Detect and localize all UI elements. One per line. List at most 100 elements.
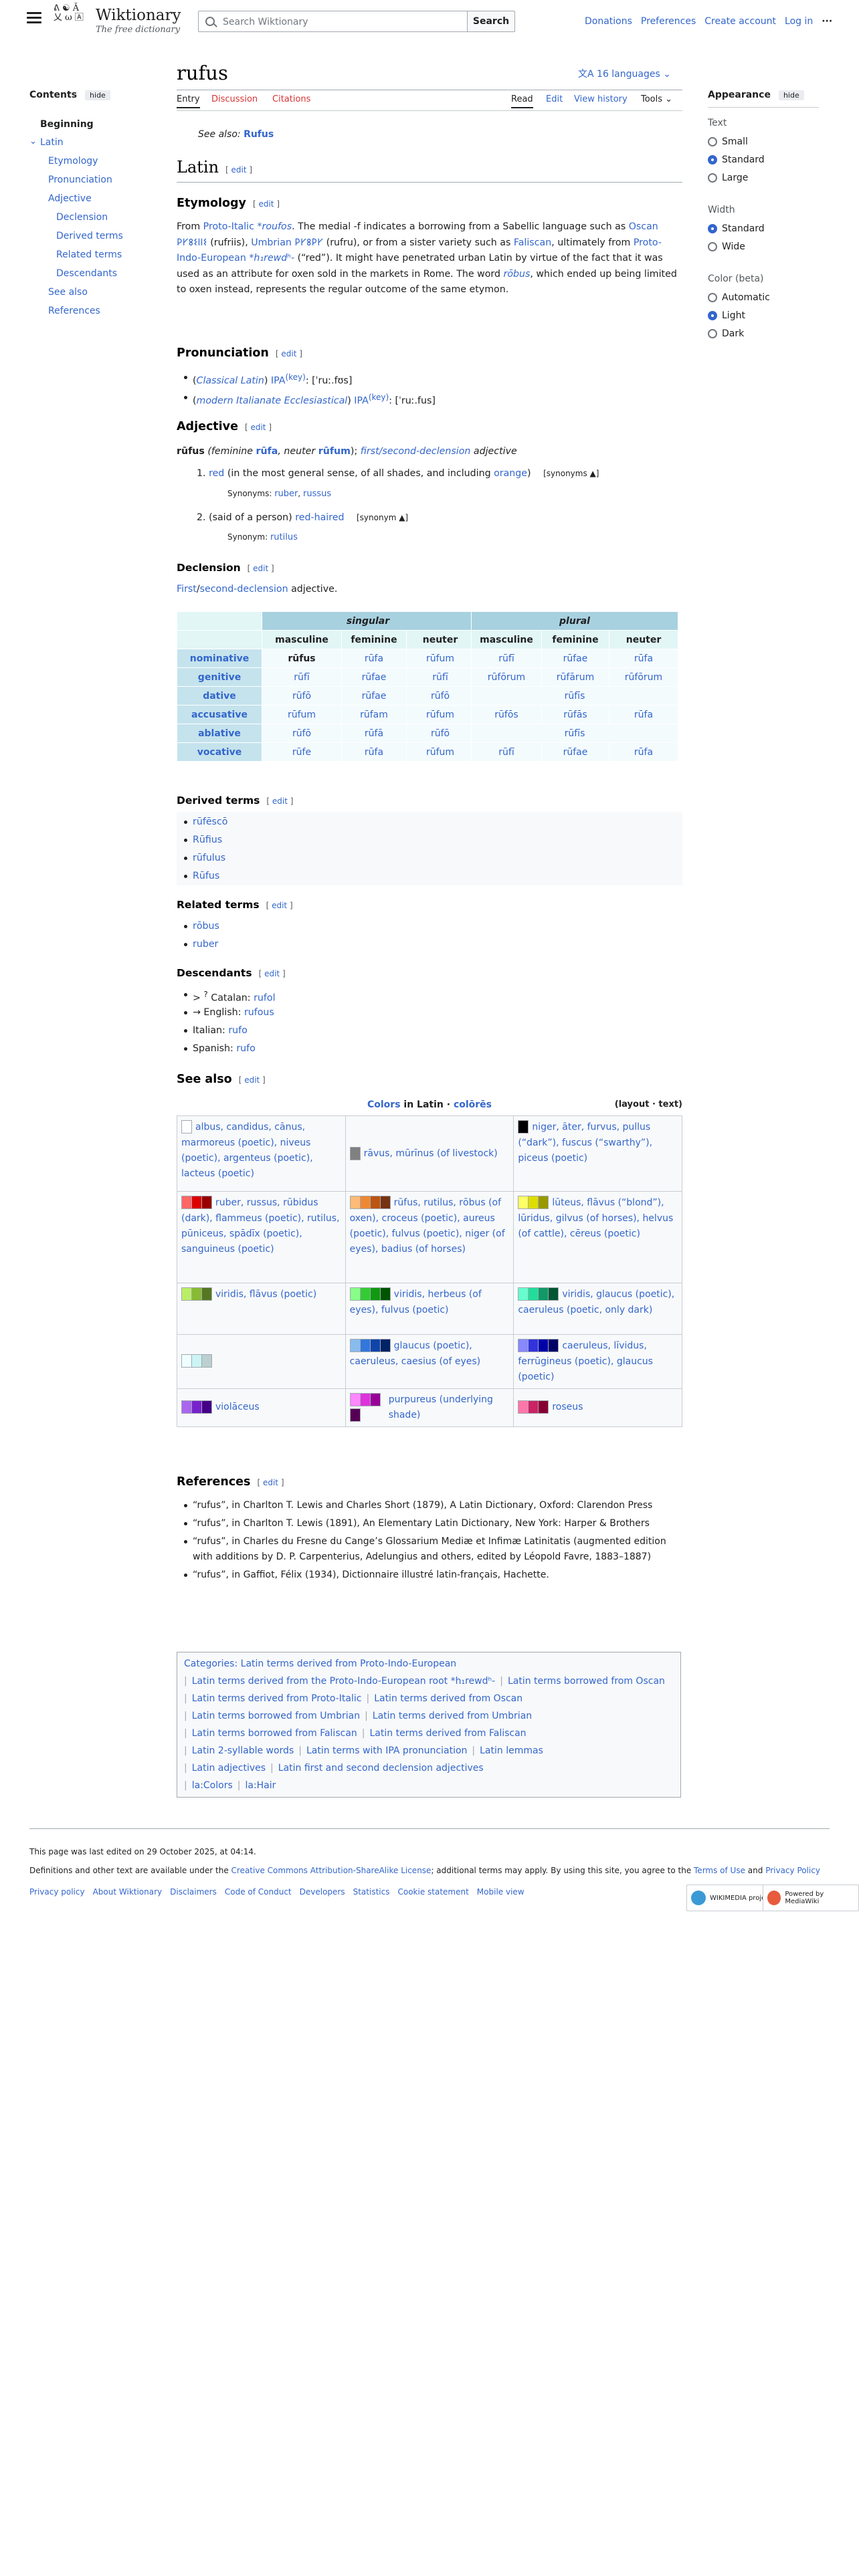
- color-light-radio[interactable]: Light: [708, 310, 745, 321]
- umbrian-link[interactable]: Umbrian: [251, 237, 292, 248]
- category-link[interactable]: Latin terms derived from Faliscan: [370, 1728, 527, 1739]
- case-label[interactable]: vocative: [197, 747, 242, 758]
- categories-label[interactable]: Categories:: [184, 1658, 237, 1669]
- text-size-large-radio[interactable]: Large: [708, 173, 748, 183]
- declension-form[interactable]: rūfī: [498, 653, 514, 664]
- footer-link[interactable]: Statistics: [353, 1887, 390, 1897]
- category-link[interactable]: Latin first and second declension adject…: [278, 1763, 484, 1774]
- site-wordmark[interactable]: Wiktionary The free dictionary: [96, 7, 181, 35]
- declension-form[interactable]: rūfa: [634, 653, 653, 664]
- category-link[interactable]: Latin terms derived from Umbrian: [373, 1711, 532, 1721]
- edit-descendants-link[interactable]: edit: [264, 969, 280, 978]
- declension-form[interactable]: rūfe: [292, 747, 311, 758]
- donations-link[interactable]: Donations: [585, 16, 632, 27]
- edit-adjective-link[interactable]: edit: [250, 423, 266, 432]
- tab-view-history[interactable]: View history: [574, 92, 628, 104]
- chevron-down-icon[interactable]: ⌄: [29, 136, 37, 146]
- declension-form[interactable]: rūfum: [426, 653, 454, 664]
- umbrian-word-link[interactable]: 𐌓𐌖𐌚𐌓𐌖: [292, 237, 323, 248]
- declension-form[interactable]: rūfī: [498, 747, 514, 758]
- declension-form[interactable]: rūfae: [362, 672, 387, 683]
- toc-item-related-terms[interactable]: Related terms: [56, 249, 122, 260]
- category-link[interactable]: la:Hair: [245, 1780, 276, 1791]
- toc-item-derived-terms[interactable]: Derived terms: [56, 231, 123, 241]
- tab-edit[interactable]: Edit: [546, 92, 563, 104]
- category-link[interactable]: Latin 2-syllable words: [192, 1745, 294, 1756]
- declension-form[interactable]: rūfum: [426, 710, 454, 720]
- layout-text-toggle[interactable]: (layout · text): [615, 1099, 682, 1109]
- color-terms[interactable]: albus, candidus, cānus, marmoreus (poeti…: [181, 1122, 313, 1179]
- declension-form[interactable]: rūfīs: [565, 691, 585, 702]
- declension-form[interactable]: rūfī: [432, 672, 448, 683]
- category-link[interactable]: Latin lemmas: [480, 1745, 543, 1756]
- oscan-link[interactable]: Oscan: [629, 221, 658, 232]
- declension-form[interactable]: rūfōrum: [625, 672, 662, 683]
- pie-root-link[interactable]: *h₁rewdʰ-: [246, 253, 294, 263]
- oscan-word-link[interactable]: 𐌓𐌖𐌚𐌔𐌉𐌉𐌔: [177, 237, 207, 248]
- toc-item-beginning[interactable]: Beginning: [40, 119, 94, 130]
- category-link[interactable]: la:Colors: [192, 1780, 233, 1791]
- color-terms[interactable]: violāceus: [215, 1400, 260, 1415]
- declension-form[interactable]: rūfōrum: [488, 672, 525, 683]
- create-account-link[interactable]: Create account: [704, 16, 776, 27]
- appearance-hide-button[interactable]: hide: [778, 90, 804, 100]
- declension-form[interactable]: rūfa: [365, 653, 383, 664]
- language-selector[interactable]: 文A 16 languages ⌄: [578, 67, 671, 80]
- mediawiki-badge[interactable]: Powered by MediaWiki: [763, 1885, 859, 1911]
- toc-item-references[interactable]: References: [48, 306, 100, 316]
- edit-pronunciation-link[interactable]: edit: [281, 349, 296, 358]
- category-link[interactable]: Latin terms derived from Proto-Indo-Euro…: [241, 1658, 457, 1669]
- toc-item-adjective[interactable]: Adjective: [48, 193, 92, 204]
- category-link[interactable]: Latin terms derived from Oscan: [374, 1693, 522, 1704]
- tab-citations[interactable]: Citations: [272, 92, 310, 104]
- edit-see-also-link[interactable]: edit: [244, 1075, 260, 1085]
- case-label[interactable]: ablative: [198, 728, 241, 739]
- tools-menu[interactable]: Tools ⌄: [641, 92, 672, 104]
- edit-related-link[interactable]: edit: [272, 901, 287, 910]
- synonyms-toggle[interactable]: [synonyms ▲]: [543, 469, 599, 478]
- declension-form[interactable]: rūfīs: [565, 728, 585, 739]
- synonym-toggle[interactable]: [synonym ▲]: [357, 513, 408, 522]
- edit-declension-link[interactable]: edit: [253, 564, 268, 573]
- edit-etymology-link[interactable]: edit: [258, 199, 274, 209]
- declension-form[interactable]: rūfō: [292, 728, 311, 739]
- toc-hide-button[interactable]: hide: [85, 90, 110, 100]
- declension-form[interactable]: rūfārum: [557, 672, 594, 683]
- case-label[interactable]: nominative: [190, 653, 250, 664]
- text-size-small-radio[interactable]: Small: [708, 136, 748, 147]
- toc-item-latin[interactable]: Latin: [40, 137, 64, 148]
- declension-form[interactable]: rūfō: [431, 691, 450, 702]
- category-link[interactable]: Latin terms borrowed from Umbrian: [192, 1711, 360, 1721]
- declension-form[interactable]: rūfum: [288, 710, 316, 720]
- declension-form[interactable]: rūfa: [634, 747, 653, 758]
- footer-link[interactable]: Code of Conduct: [225, 1887, 292, 1897]
- toc-item-declension[interactable]: Declension: [56, 212, 108, 223]
- toc-item-etymology[interactable]: Etymology: [48, 156, 98, 167]
- color-automatic-radio[interactable]: Automatic: [708, 292, 770, 303]
- color-terms[interactable]: rāvus, mūrīnus (of livestock): [364, 1146, 498, 1162]
- roufos-link[interactable]: *roufos: [254, 221, 292, 232]
- category-link[interactable]: Latin terms derived from Proto-Italic: [192, 1693, 362, 1704]
- color-dark-radio[interactable]: Dark: [708, 328, 744, 339]
- ellipsis-icon[interactable]: ···: [822, 16, 832, 27]
- color-terms[interactable]: purpureus (underlying shade): [389, 1392, 510, 1423]
- robus-link[interactable]: rōbus: [503, 269, 530, 280]
- tab-entry[interactable]: Entry: [177, 92, 200, 108]
- declension-form[interactable]: rūfā: [365, 728, 383, 739]
- case-label[interactable]: genitive: [198, 672, 241, 683]
- case-label[interactable]: accusative: [191, 710, 248, 720]
- declension-form[interactable]: rūfam: [360, 710, 388, 720]
- proto-italic-link[interactable]: Proto-Italic: [203, 221, 254, 232]
- color-terms[interactable]: viridis, flāvus (poetic): [215, 1289, 316, 1300]
- tab-discussion[interactable]: Discussion: [211, 92, 258, 104]
- color-terms[interactable]: roseus: [552, 1400, 583, 1415]
- footer-link[interactable]: About Wiktionary: [93, 1887, 163, 1897]
- width-standard-radio[interactable]: Standard: [708, 223, 765, 234]
- edit-latin-link[interactable]: edit: [231, 165, 247, 175]
- category-link[interactable]: Latin terms with IPA pronunciation: [306, 1745, 467, 1756]
- declension-form[interactable]: rūfō: [292, 691, 311, 702]
- category-link[interactable]: Latin terms borrowed from Faliscan: [192, 1728, 357, 1739]
- footer-link[interactable]: Developers: [300, 1887, 345, 1897]
- toc-item-descendants[interactable]: Descendants: [56, 268, 117, 279]
- footer-link[interactable]: Mobile view: [477, 1887, 524, 1897]
